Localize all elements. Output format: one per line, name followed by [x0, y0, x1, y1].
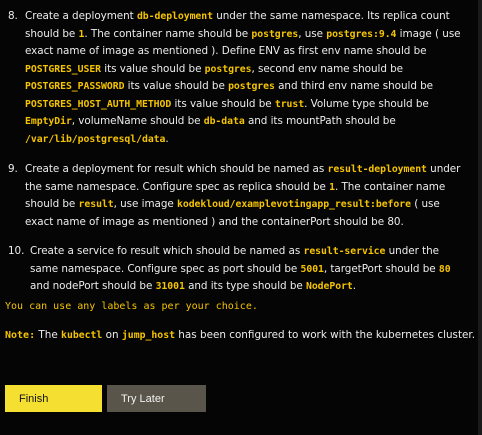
scrollbar[interactable]	[478, 0, 482, 435]
code-term: db-deployment	[136, 11, 213, 22]
code-term: 5001	[300, 263, 324, 275]
try-later-button[interactable]: Try Later	[107, 385, 206, 412]
step-text: . The container name should be	[84, 27, 252, 40]
code-term: 31001	[155, 281, 185, 292]
step-text: Create a service fo result which should …	[30, 245, 304, 257]
step-text: Create a deployment	[25, 10, 137, 22]
step-item-9: 9. Create a deployment for result which …	[8, 161, 470, 231]
code-term: NodePort	[305, 281, 353, 292]
step-text: and its type should be	[184, 280, 306, 292]
code-term: kodekloud/examplevotingapp_result:before	[177, 199, 411, 210]
finish-button[interactable]: Finish	[5, 385, 102, 412]
code-term: jump_host	[121, 330, 175, 341]
step-text: Create a deployment for result which sho…	[25, 163, 328, 175]
step-text: , use	[298, 27, 327, 40]
code-term: result-service	[303, 246, 386, 257]
step-text: .	[165, 132, 169, 145]
step-number: 9.	[8, 163, 18, 175]
code-term: trust	[274, 98, 305, 110]
step-text: and third env name should be	[274, 80, 434, 92]
step-text: , volumeName should be	[71, 115, 204, 127]
step-number: 10.	[8, 245, 25, 257]
step-number: 8.	[8, 10, 18, 22]
step-item-8: 8. Create a deployment db-deployment und…	[8, 8, 470, 148]
step-text: its value should be	[101, 62, 205, 75]
step-item-10: 10. Create a service fo result which sho…	[8, 243, 470, 296]
note-text: The	[35, 329, 62, 341]
step-text: . Volume type should be	[304, 97, 429, 110]
labels-note: You can use any labels as per your choic…	[5, 301, 258, 312]
step-text: its value should be	[171, 97, 275, 110]
step-text: , second env name should be	[251, 62, 404, 75]
code-term: result	[78, 199, 114, 210]
step-text: and its mountPath should be	[244, 115, 396, 127]
step-text: , use image	[113, 198, 177, 210]
note-text: has been configured to work with the kub…	[175, 329, 476, 341]
code-term: db-data	[203, 116, 245, 127]
step-text: its value should be	[124, 80, 229, 92]
code-term: postgres:9.4	[326, 28, 397, 40]
step-text: and nodePort should be	[30, 280, 156, 292]
task-steps-list: 8. Create a deployment db-deployment und…	[8, 8, 470, 296]
code-term: postgres	[204, 63, 252, 75]
step-text: , targetPort should be	[323, 262, 439, 275]
code-term: POSTGRES_USER	[25, 63, 102, 75]
task-panel: 8. Create a deployment db-deployment und…	[0, 0, 482, 435]
code-term: POSTGRES_PASSWORD	[25, 81, 125, 92]
code-term: EmptyDir	[25, 116, 72, 127]
step-text: .	[352, 280, 357, 292]
code-term: 80	[438, 263, 451, 275]
code-term: postgres	[228, 81, 275, 92]
code-term: postgres	[251, 28, 299, 40]
code-term: result-deployment	[327, 164, 427, 175]
code-term: kubectl	[61, 330, 103, 341]
task-instructions: 8. Create a deployment db-deployment und…	[8, 8, 470, 296]
note-label: Note:	[5, 330, 36, 341]
code-term: /var/lib/postgresql/data	[25, 133, 166, 145]
code-term: POSTGRES_HOST_AUTH_METHOD	[25, 98, 172, 110]
note-text: on	[102, 329, 122, 341]
kubectl-note: Note: The kubectl on jump_host has been …	[5, 329, 475, 341]
